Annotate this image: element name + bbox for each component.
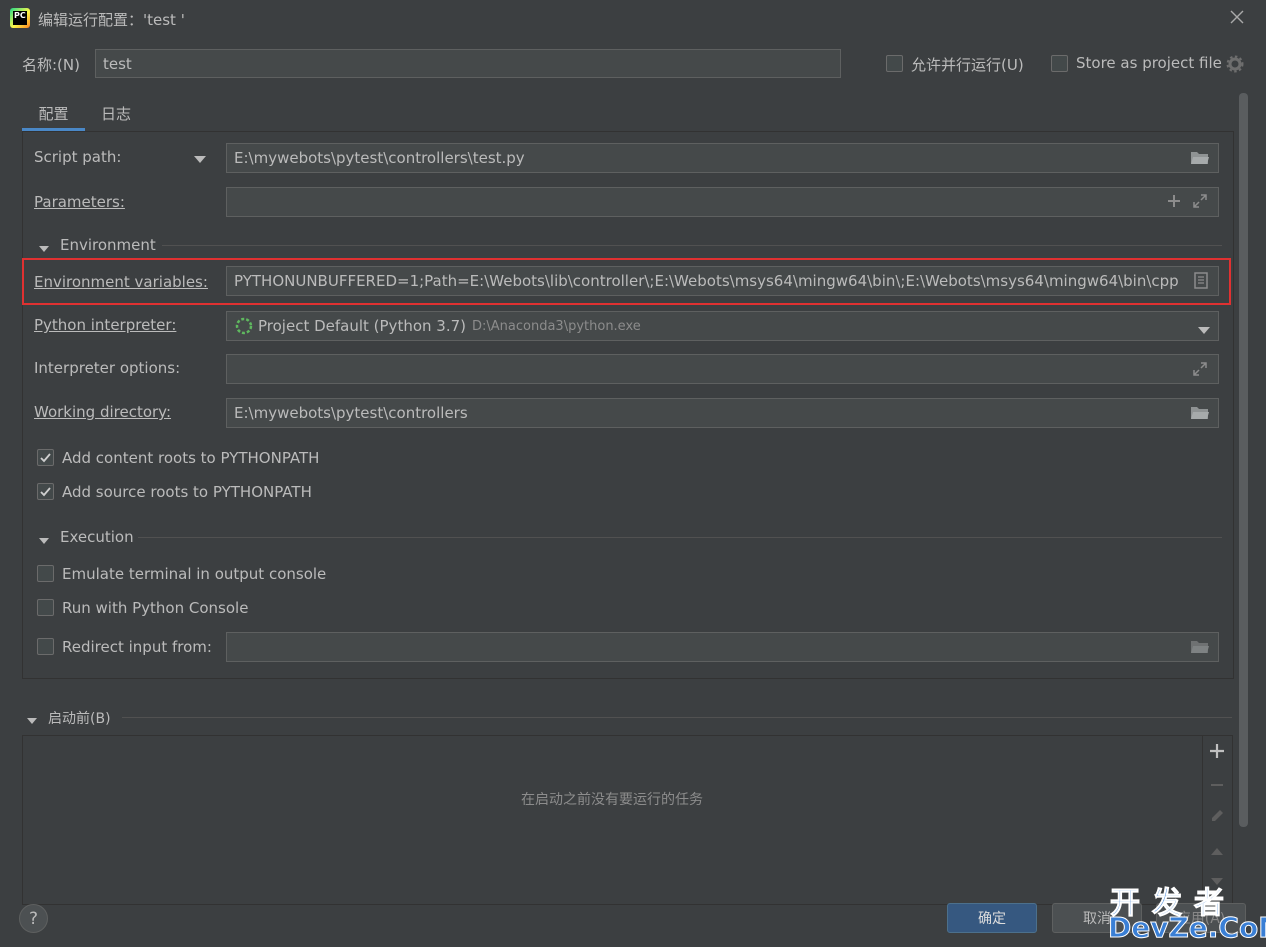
section-divider (162, 245, 1222, 246)
collapse-arrow-icon[interactable] (38, 532, 50, 550)
parameters-label-text: Parameters: (34, 193, 125, 211)
interpreter-path: D:\Anaconda3\python.exe (472, 318, 641, 334)
run-with-console-checkbox[interactable] (37, 599, 54, 616)
redirect-input-field[interactable] (226, 632, 1219, 662)
interpreter-select[interactable]: Project Default (Python 3.7) D:\Anaconda… (226, 311, 1219, 341)
parameters-label: Parameters: (34, 193, 125, 211)
loading-spinner-icon (235, 317, 253, 335)
add-task-icon[interactable] (1209, 743, 1225, 763)
env-vars-label-text: Environment variables: (34, 273, 208, 291)
chevron-down-icon[interactable] (1197, 321, 1211, 339)
add-content-roots-checkbox[interactable] (37, 449, 54, 466)
env-vars-label: Environment variables: (34, 273, 208, 291)
name-label: 名称:(N) (22, 56, 80, 74)
name-input[interactable]: test (95, 49, 841, 78)
folder-icon[interactable] (1190, 149, 1210, 170)
redirect-input-label[interactable]: Redirect input from: (62, 638, 212, 656)
tab-config[interactable]: 配置 (22, 94, 85, 132)
check-icon (40, 453, 51, 463)
environment-section-title[interactable]: Environment (60, 236, 156, 254)
store-as-project-file-label[interactable]: Store as project file (1076, 54, 1222, 72)
working-directory-input[interactable]: E:\mywebots\pytest\controllers (226, 398, 1219, 428)
document-icon[interactable] (1194, 272, 1208, 293)
allow-parallel-label[interactable]: 允许并行运行(U) (911, 54, 1024, 75)
script-path-label: Script path: (34, 148, 122, 166)
scrollbar-thumb[interactable] (1239, 93, 1248, 827)
execution-section-title[interactable]: Execution (60, 528, 134, 546)
logo-text: PC (13, 11, 27, 25)
folder-icon[interactable] (1190, 404, 1210, 425)
before-launch-title[interactable]: 启动前(B) (48, 708, 111, 728)
emulate-terminal-label[interactable]: Emulate terminal in output console (62, 565, 326, 583)
store-as-project-file-checkbox[interactable] (1051, 55, 1068, 72)
add-source-roots-checkbox[interactable] (37, 483, 54, 500)
collapse-arrow-icon[interactable] (38, 240, 50, 258)
add-content-roots-label[interactable]: Add content roots to PYTHONPATH (62, 449, 319, 467)
check-icon (40, 487, 51, 497)
pycharm-logo-icon: PC (10, 8, 30, 28)
remove-task-icon[interactable] (1209, 777, 1225, 797)
parameters-input[interactable] (226, 187, 1219, 217)
interpreter-label: Python interpreter: (34, 316, 176, 334)
section-divider (138, 537, 1222, 538)
interpreter-options-label: Interpreter options: (34, 359, 181, 377)
interpreter-label-text: Python interpreter: (34, 316, 177, 334)
before-launch-task-list[interactable] (22, 735, 1233, 905)
window-title: 编辑运行配置：'test ' (38, 11, 185, 29)
expand-icon[interactable] (1192, 361, 1208, 381)
collapse-arrow-icon[interactable] (26, 712, 38, 730)
env-vars-input[interactable]: PYTHONUNBUFFERED=1;Path=E:\Webots\lib\co… (226, 266, 1219, 296)
section-divider (122, 717, 1232, 718)
working-directory-label-text: Working directory: (34, 403, 172, 421)
redirect-input-checkbox[interactable] (37, 638, 54, 655)
expand-icon[interactable] (1192, 193, 1208, 213)
script-path-input[interactable]: E:\mywebots\pytest\controllers\test.py (226, 143, 1219, 173)
help-button[interactable]: ? (19, 904, 48, 933)
watermark-bottom: DevZe.CoM (1107, 911, 1266, 945)
edit-task-icon[interactable] (1209, 808, 1225, 828)
interpreter-options-input[interactable] (226, 354, 1219, 384)
move-up-icon[interactable] (1209, 843, 1225, 861)
emulate-terminal-checkbox[interactable] (37, 565, 54, 582)
working-directory-label: Working directory: (34, 403, 171, 421)
before-launch-empty-text: 在启动之前没有要运行的任务 (521, 792, 703, 808)
title-bar (0, 0, 1266, 38)
close-icon[interactable] (1226, 6, 1248, 28)
add-source-roots-label[interactable]: Add source roots to PYTHONPATH (62, 483, 312, 501)
watermark: 开发者 DevZe.CoM (1104, 878, 1266, 945)
run-with-console-label[interactable]: Run with Python Console (62, 599, 248, 617)
add-icon[interactable] (1167, 194, 1181, 212)
gear-icon[interactable] (1226, 55, 1244, 77)
ok-button[interactable]: 确定 (947, 903, 1037, 933)
script-path-type-dropdown-icon[interactable] (193, 150, 207, 168)
allow-parallel-checkbox[interactable] (886, 55, 903, 72)
interpreter-value: Project Default (Python 3.7) (258, 317, 466, 335)
folder-icon[interactable] (1190, 638, 1210, 659)
tab-log[interactable]: 日志 (96, 94, 136, 132)
